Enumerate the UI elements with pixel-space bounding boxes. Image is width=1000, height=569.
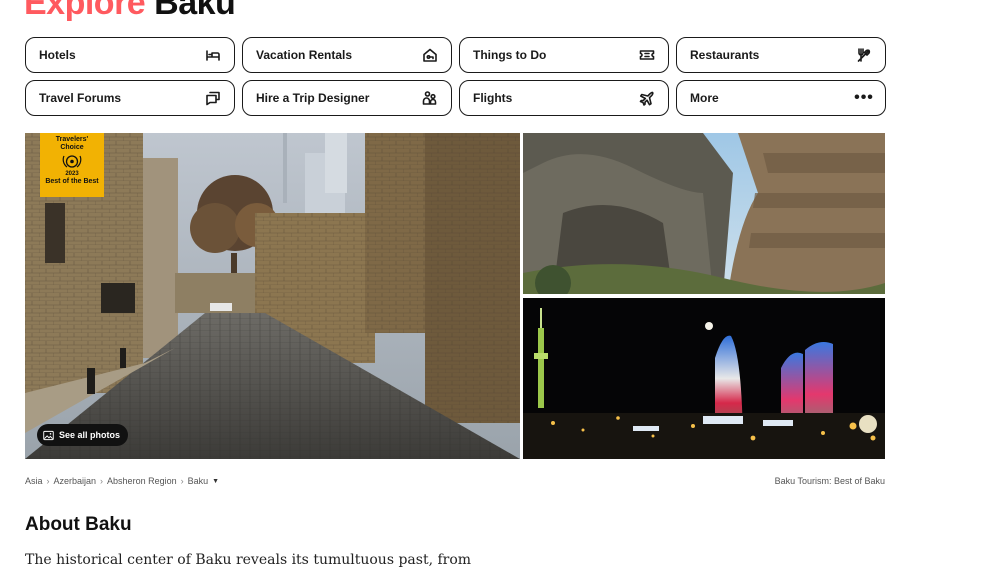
vacation-rentals-label: Vacation Rentals [256,48,353,62]
travel-forums-button[interactable]: Travel Forums [25,80,235,116]
hire-trip-designer-label: Hire a Trip Designer [256,91,370,105]
fork-knife-icon [856,47,872,63]
breadcrumb-separator-icon: › [46,476,50,486]
airplane-icon [639,90,655,106]
breadcrumb-baku[interactable]: Baku [188,476,209,486]
hotels-label: Hotels [39,48,76,62]
restaurants-button[interactable]: Restaurants [676,37,886,73]
house-key-icon [422,47,438,63]
more-dots-icon: ••• [854,89,874,106]
restaurants-label: Restaurants [690,48,760,62]
ticket-icon [639,47,655,63]
bed-icon [205,47,221,63]
flame-towers-night-photo[interactable] [523,298,885,459]
see-all-photos-button[interactable]: See all photos [37,424,129,446]
caret-down-icon[interactable]: ▼ [212,478,219,485]
photo-gallery: Travelers' Choice 2023 Best of the Best … [25,133,885,459]
breadcrumb-azerbaijan[interactable]: Azerbaijan [54,476,97,486]
breadcrumb-asia[interactable]: Asia [25,476,43,486]
chat-bubbles-icon [205,90,221,106]
breadcrumb-absheron-region[interactable]: Absheron Region [107,476,177,486]
hotels-button[interactable]: Hotels [25,37,235,73]
category-nav: Hotels Vacation Rentals Things to Do Res… [25,37,886,116]
badge-year: 2023 [65,171,79,177]
breadcrumb: Asia › Azerbaijan › Absheron Region › Ba… [25,476,219,486]
things-to-do-label: Things to Do [473,48,547,62]
travel-forums-label: Travel Forums [39,91,122,105]
old-city-street-photo[interactable]: Travelers' Choice 2023 Best of the Best … [25,133,520,459]
page-title-accent: Explore [24,0,146,22]
hire-trip-designer-button[interactable]: Hire a Trip Designer [242,80,452,116]
see-all-photos-label: See all photos [59,430,121,440]
page-title: Explore Baku [24,0,236,22]
about-heading: About Baku [25,514,132,535]
badge-line-2: Choice [60,144,84,151]
image-icon [43,430,54,440]
flights-button[interactable]: Flights [459,80,669,116]
breadcrumb-separator-icon: › [180,476,184,486]
people-icon [422,90,438,106]
vacation-rentals-button[interactable]: Vacation Rentals [242,37,452,73]
breadcrumb-separator-icon: › [100,476,104,486]
rock-formations-photo[interactable] [523,133,885,294]
page-title-place: Baku [154,0,236,22]
baku-tourism-link[interactable]: Baku Tourism: Best of Baku [775,476,885,486]
badge-line-3: Best of the Best [45,178,99,185]
badge-line-1: Travelers' [55,136,89,143]
laurel-emblem-icon [62,155,82,168]
about-description: The historical center of Baku reveals it… [25,552,472,568]
more-button[interactable]: More ••• [676,80,886,116]
things-to-do-button[interactable]: Things to Do [459,37,669,73]
flights-label: Flights [473,91,513,105]
travelers-choice-badge: Travelers' Choice 2023 Best of the Best [40,133,104,197]
more-label: More [690,91,719,105]
